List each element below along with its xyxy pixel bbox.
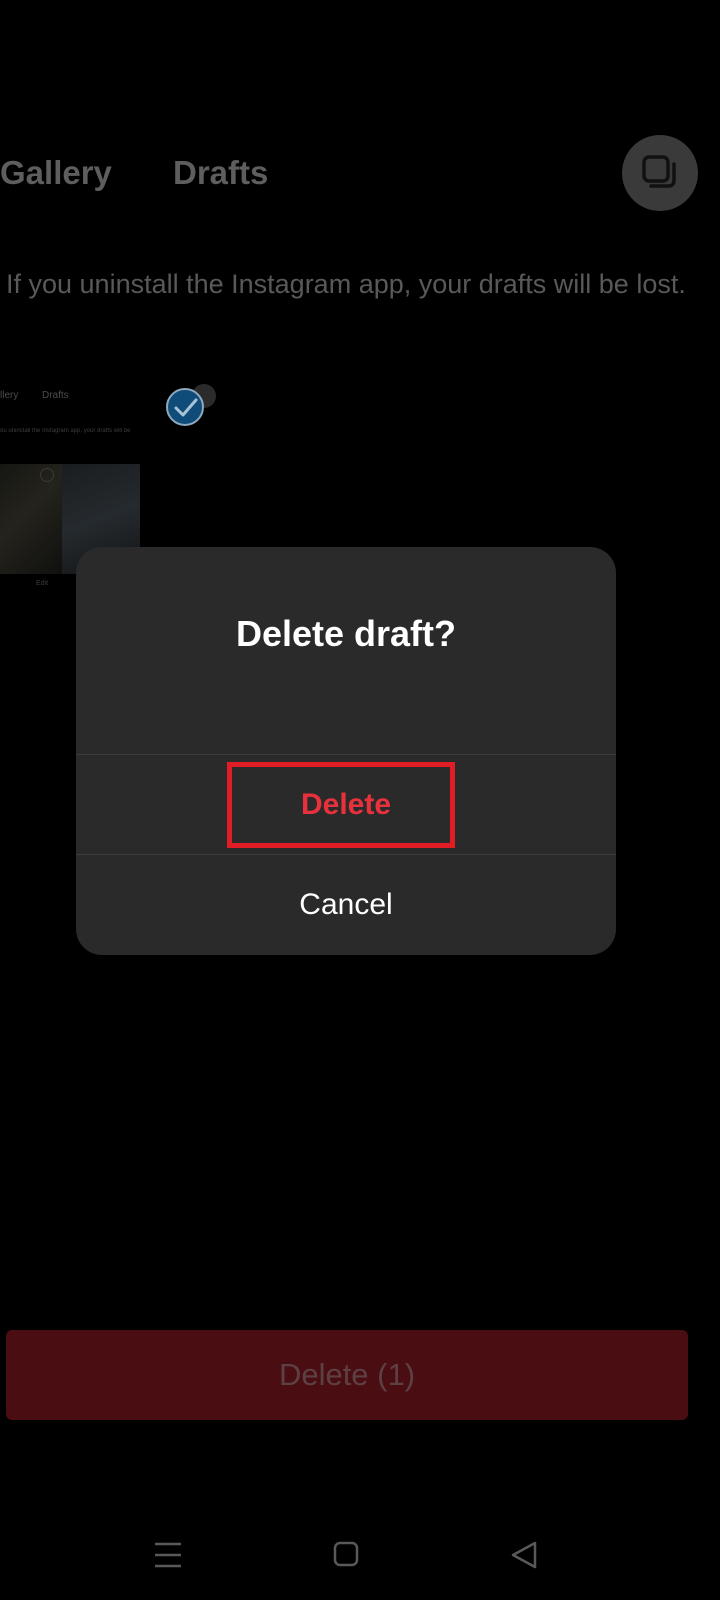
thumbnail-info-text: ou uninstall the Instagram app, your dra…: [0, 428, 131, 434]
stacked-squares-icon: [642, 155, 676, 188]
drafts-info-text: If you uninstall the Instagram app, your…: [6, 269, 686, 299]
confirm-delete-button[interactable]: Delete: [76, 755, 616, 854]
thumbnail-tab-drafts: Drafts: [42, 390, 69, 401]
dialog-title: Delete draft?: [235, 613, 457, 654]
thumbnail-select-dot: [40, 468, 54, 482]
multi-select-button[interactable]: [622, 135, 698, 211]
home-square-icon[interactable]: [333, 1540, 359, 1568]
tab-gallery[interactable]: Gallery: [0, 148, 112, 198]
thumbnail-tab-gallery: llery: [0, 390, 19, 401]
system-nav-bar: [0, 1528, 720, 1584]
delete-selected-button[interactable]: Delete (1): [6, 1330, 688, 1420]
thumbnail-caption: Edit: [36, 580, 49, 587]
back-triangle-icon[interactable]: [510, 1540, 538, 1570]
tab-drafts[interactable]: Drafts: [173, 148, 268, 198]
check-circle-icon[interactable]: [166, 388, 204, 426]
screen: Gallery Drafts If you uninstall the Inst…: [0, 0, 720, 1600]
cancel-button[interactable]: Cancel: [76, 855, 616, 955]
delete-draft-dialog: Delete draft? Delete Cancel: [76, 547, 616, 955]
menu-icon[interactable]: [154, 1540, 182, 1570]
